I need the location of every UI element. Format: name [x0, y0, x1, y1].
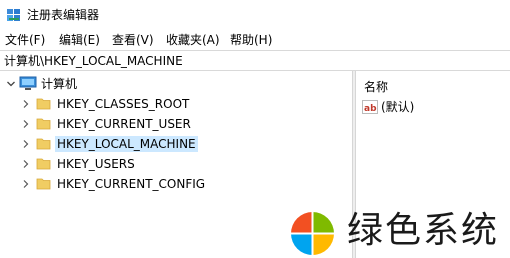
tree-root-label: 计算机 — [41, 77, 78, 91]
tree-item-label: HKEY_USERS — [57, 157, 135, 171]
watermark-text: 绿色系统 — [347, 210, 500, 251]
menu-file[interactable]: 文件(F) — [5, 32, 45, 48]
folder-icon — [36, 118, 51, 130]
chevron-right-icon[interactable] — [21, 99, 31, 109]
chevron-down-icon[interactable] — [6, 79, 16, 89]
tree-root-computer[interactable]: 计算机 — [0, 75, 200, 93]
tree-item-hkey-current-config[interactable]: HKEY_CURRENT_CONFIG — [0, 175, 260, 193]
address-path[interactable]: 计算机\HKEY_LOCAL_MACHINE — [4, 53, 183, 69]
menu-edit[interactable]: 编辑(E) — [59, 32, 100, 48]
regedit-app-icon — [7, 9, 20, 21]
tree-item-label-selected: HKEY_LOCAL_MACHINE — [55, 136, 198, 152]
computer-icon — [19, 76, 37, 90]
value-name: (默认) — [381, 100, 415, 114]
string-value-icon: ab — [362, 100, 378, 114]
tree-item-hkey-local-machine[interactable]: HKEY_LOCAL_MACHINE — [0, 135, 260, 153]
window-title: 注册表编辑器 — [27, 8, 100, 22]
address-bar[interactable]: 计算机\HKEY_LOCAL_MACHINE — [0, 50, 510, 71]
chevron-right-icon[interactable] — [21, 119, 31, 129]
menu-bar: 文件(F) 编辑(E) 查看(V) 收藏夹(A) 帮助(H) — [0, 30, 510, 50]
column-header-name[interactable]: 名称 — [364, 79, 388, 95]
tree-item-hkey-current-user[interactable]: HKEY_CURRENT_USER — [0, 115, 260, 133]
menu-view[interactable]: 查看(V) — [112, 32, 154, 48]
watermark: 绿色系统 — [289, 207, 510, 258]
tree-item-label: HKEY_CURRENT_CONFIG — [57, 177, 206, 191]
tree-item-label: HKEY_CURRENT_USER — [57, 117, 191, 131]
svg-text:ab: ab — [364, 104, 377, 114]
folder-icon — [36, 138, 51, 150]
tree-item-label: HKEY_CLASSES_ROOT — [57, 97, 190, 111]
chevron-right-icon[interactable] — [21, 179, 31, 189]
title-bar: 注册表编辑器 — [0, 0, 510, 30]
menu-help[interactable]: 帮助(H) — [230, 32, 272, 48]
menu-favorites[interactable]: 收藏夹(A) — [166, 32, 220, 48]
chevron-right-icon[interactable] — [21, 159, 31, 169]
folder-icon — [36, 158, 51, 170]
folder-icon — [36, 178, 51, 190]
tree-item-hkey-classes-root[interactable]: HKEY_CLASSES_ROOT — [0, 95, 260, 113]
tree-item-hkey-users[interactable]: HKEY_USERS — [0, 155, 260, 173]
chevron-right-icon[interactable] — [21, 139, 31, 149]
windows-logo-icon — [290, 211, 335, 256]
folder-icon — [36, 98, 51, 110]
